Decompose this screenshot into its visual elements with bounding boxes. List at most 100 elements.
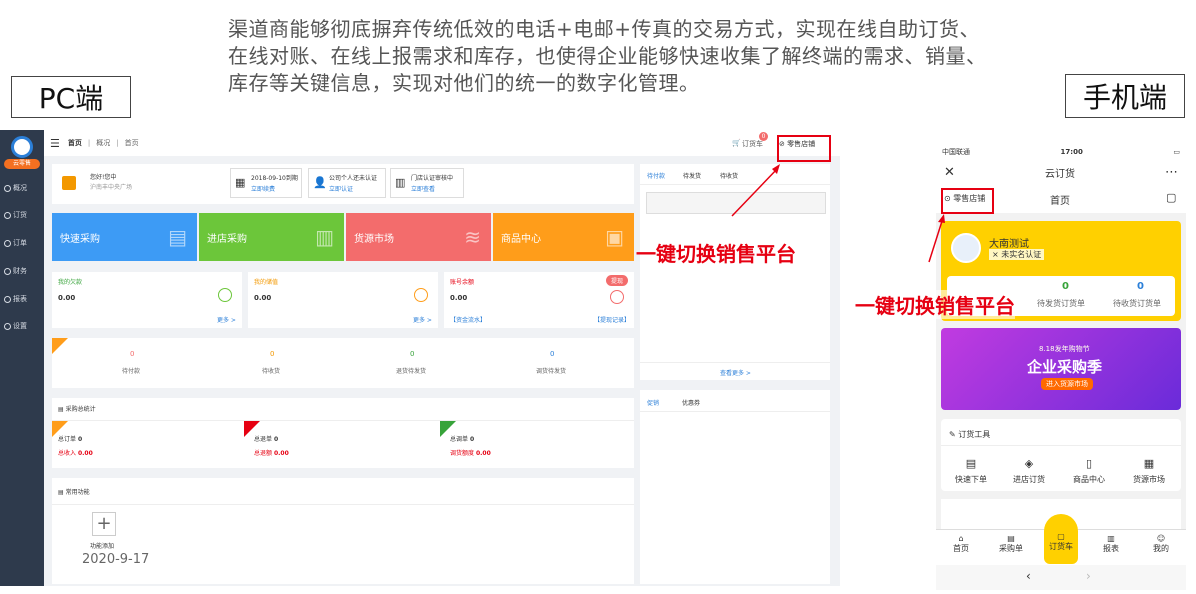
breadcrumb-page: 首页	[124, 139, 139, 147]
breadcrumb-overview[interactable]: 概况	[96, 138, 110, 148]
logo-icon	[11, 136, 33, 158]
withdraw-record-link[interactable]: 【提现记录】	[594, 315, 630, 324]
deposit-more-link[interactable]: 更多 >	[413, 315, 432, 324]
pc-arrow-icon	[731, 164, 780, 217]
date-label: 2020-9-17	[82, 552, 150, 567]
battery-icon: ▭	[1173, 148, 1180, 156]
order-transfer-ship[interactable]: 调货待发货	[536, 366, 566, 375]
stat-deposit: 我的储值 0.00 更多 >	[248, 272, 438, 328]
cart-link[interactable]: 订货车	[742, 139, 763, 149]
common-title: ▤ 常用功能	[58, 489, 90, 496]
tab-pending-ship[interactable]: 待发货	[683, 171, 701, 180]
tile-supply-market[interactable]: 货源市场 ≋	[346, 213, 491, 261]
sidebar-item-reports[interactable]: 报表	[4, 294, 27, 304]
browser-nav: ‹ ›	[936, 565, 1186, 590]
highlight-box-mobile	[941, 188, 994, 214]
review-link[interactable]: 立即查看	[411, 184, 435, 193]
user-icon: 👤	[313, 176, 327, 189]
count-pending-ship[interactable]: 待发货订货单	[1037, 298, 1085, 309]
pc-sidebar: 云零售 概况 订货 订单 财务 报表 设置	[0, 130, 44, 586]
common-functions-card: ▤ 常用功能 + 功能添加 2020-9-17	[52, 478, 634, 584]
breadcrumb-home[interactable]: 首页	[68, 138, 82, 148]
menu-icon[interactable]: ☰	[50, 137, 60, 150]
money-icon	[610, 290, 624, 304]
tab-home[interactable]: ⌂ 首页	[950, 534, 972, 554]
tile-quick-purchase[interactable]: 快速采购 ▤	[52, 213, 197, 261]
purchase-title: ▤ 采购总统计	[58, 406, 96, 413]
promo-panel: 促销 优惠券	[640, 390, 830, 584]
message-icon[interactable]: ▢	[1166, 191, 1176, 204]
mobile-switch-label: 一键切换销售平台	[855, 290, 1015, 319]
sidebar-item-overview[interactable]: 概况	[4, 183, 27, 193]
order-status-card: 0 待付款 0 待收货 0 退货待发货 0 调货待发货	[52, 338, 634, 388]
coin-icon	[414, 288, 428, 302]
verify-link[interactable]: 立即认证	[329, 184, 353, 193]
tile-store-purchase[interactable]: 进店采购 ▥	[199, 213, 344, 261]
highlight-box-pc	[777, 135, 831, 162]
count-pending-receive[interactable]: 待收货订货单	[1113, 298, 1161, 309]
welcome-card: 您好!您中 沪南丰中央广场 ▦ 2018-09-10到期 立即续费 👤 公司个人…	[52, 164, 634, 204]
close-icon[interactable]: ✕	[944, 165, 955, 180]
expire-box: ▦ 2018-09-10到期 立即续费	[230, 168, 302, 198]
order-return-ship[interactable]: 退货待发货	[396, 366, 426, 375]
breadcrumb-sep: |	[87, 139, 91, 147]
nav-bar: ✕ 云订货 ⋯	[936, 159, 1186, 185]
store-logo-icon	[62, 176, 76, 190]
verify-box: 👤 公司个人还未认证 立即认证	[308, 168, 386, 198]
avatar	[951, 233, 981, 263]
pc-topbar: ☰ 首页 | 概况 | 首页 🛒 订货车 0 ⊘ 零售店铺	[44, 130, 840, 156]
withdraw-button[interactable]: 提现	[606, 275, 629, 286]
status-bar: 中国联通 17:00 ▭	[936, 145, 1186, 159]
tab-bar: ⌂ 首页 ▤ 采购单 ▢ 订货车 ▥ 报表 ☺ 我的	[936, 514, 1186, 565]
pc-main: ☰ 首页 | 概况 | 首页 🛒 订货车 0 ⊘ 零售店铺 您好!您中 沪南丰中…	[44, 130, 840, 586]
mobile-home-title: 首页	[1050, 196, 1070, 207]
promo-banner[interactable]: 8.18发年购物节 企业采购季 进入货源市场	[941, 328, 1181, 410]
user-name: 大南测试	[989, 239, 1029, 250]
calendar-icon: ▦	[235, 176, 246, 189]
sidebar-item-settings[interactable]: 设置	[4, 321, 27, 331]
tab-pending-pay[interactable]: 待付款	[647, 171, 666, 185]
tab-promo[interactable]: 促销	[647, 398, 660, 412]
sidebar-item-order-goods[interactable]: 订货	[4, 210, 27, 220]
sidebar-item-finance[interactable]: 财务	[4, 266, 27, 276]
add-function-button[interactable]: +	[92, 512, 116, 536]
fund-flow-link[interactable]: 【资金流水】	[450, 315, 486, 324]
renew-link[interactable]: 立即续费	[251, 184, 275, 193]
order-pending-pay[interactable]: 待付款	[122, 366, 140, 375]
debt-more-link[interactable]: 更多 >	[217, 315, 236, 324]
back-icon[interactable]: ‹	[1026, 569, 1031, 583]
tool-store-order[interactable]: ◈ 进店订货	[1011, 457, 1047, 485]
tab-coupon[interactable]: 优惠券	[682, 398, 700, 407]
tab-cart[interactable]: ▢ 订货车	[1044, 514, 1078, 564]
mobile-label: 手机端	[1065, 74, 1185, 118]
reports-icon	[4, 295, 11, 303]
tool-product-center[interactable]: ▯ 商品中心	[1071, 457, 1107, 485]
layers-icon: ≋	[464, 225, 481, 249]
tab-purchase[interactable]: ▤ 采购单	[996, 534, 1026, 554]
settings-icon	[4, 322, 11, 330]
logo-tag: 云零售	[4, 159, 40, 169]
breadcrumb-sep2: |	[116, 139, 119, 147]
tool-supply-market[interactable]: ▦ 货源市场	[1129, 457, 1169, 485]
forward-icon[interactable]: ›	[1086, 569, 1091, 583]
headline-text: 渠道商能够彻底摒弃传统低效的电话+电邮+传真的交易方式，实现在线自助订货、在线对…	[228, 17, 987, 95]
tab-report[interactable]: ▥ 报表	[1100, 534, 1122, 554]
cart-icon[interactable]: 🛒	[732, 139, 741, 147]
tool-quick-order[interactable]: ▤ 快速下单	[953, 457, 989, 485]
more-icon[interactable]: ⋯	[1165, 165, 1178, 180]
view-more-link[interactable]: 查看更多 >	[720, 368, 751, 377]
order-pending-receive[interactable]: 待收货	[262, 366, 280, 375]
verify-badge[interactable]: × 未实名认证	[989, 249, 1045, 260]
sidebar-item-orders[interactable]: 订单	[4, 238, 27, 248]
tile-product-center[interactable]: 商品中心 ▣	[493, 213, 634, 261]
greeting: 您好!您中	[90, 174, 117, 181]
stat-balance: 账号余额 提现 0.00 【资金流水】 【提现记录】	[444, 272, 634, 328]
tab-mine[interactable]: ☺ 我的	[1150, 534, 1172, 554]
overview-icon	[4, 184, 11, 192]
book-icon: ▤	[168, 225, 187, 249]
shop-icon: ▥	[315, 225, 334, 249]
finance-icon	[4, 267, 11, 275]
corner-tag	[52, 338, 68, 354]
purchase-stats-card: ▤ 采购总统计 总订单 0 总收入 0.00 总退单 0 总退额 0.00 总调…	[52, 398, 634, 468]
store-review-box: ▥ 门店认证审核中 立即查看	[390, 168, 464, 198]
